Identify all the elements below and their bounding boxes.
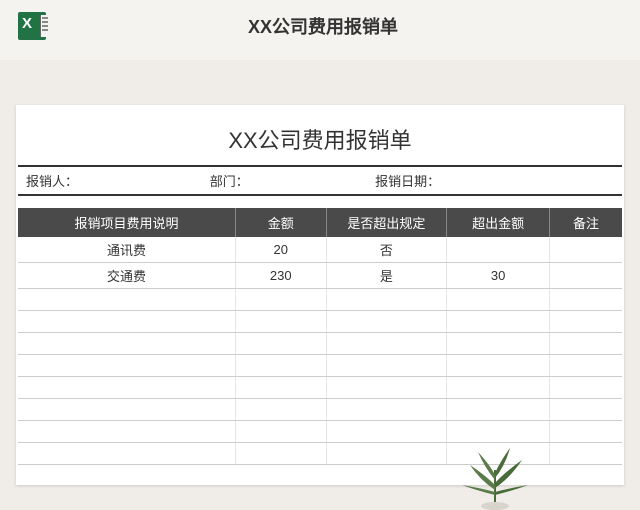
cell-over	[326, 421, 447, 443]
cell-over	[326, 443, 447, 465]
table-row	[18, 443, 622, 465]
cell-amount	[235, 311, 326, 333]
cell-over_amount	[447, 377, 550, 399]
cell-amount	[235, 421, 326, 443]
cell-desc: 通讯费	[18, 237, 235, 263]
cell-amount	[235, 443, 326, 465]
cell-over_amount	[447, 399, 550, 421]
sheet-title: XX公司费用报销单	[18, 123, 622, 165]
table-row	[18, 399, 622, 421]
cell-note	[550, 377, 623, 399]
cell-note	[550, 399, 623, 421]
table-row	[18, 421, 622, 443]
cell-over_amount	[447, 355, 550, 377]
table-row	[18, 377, 622, 399]
cell-amount	[235, 333, 326, 355]
cell-desc	[18, 421, 235, 443]
cell-desc	[18, 377, 235, 399]
cell-amount	[235, 355, 326, 377]
cell-over	[326, 333, 447, 355]
col-header-over: 是否超出规定	[326, 208, 447, 237]
cell-over	[326, 377, 447, 399]
cell-over	[326, 311, 447, 333]
col-header-desc: 报销项目费用说明	[18, 208, 235, 237]
table-header-row: 报销项目费用说明 金额 是否超出规定 超出金额 备注	[18, 208, 622, 237]
cell-over	[326, 399, 447, 421]
meta-person-label: 报销人：	[26, 171, 210, 190]
cell-note	[550, 421, 623, 443]
expense-table: 报销项目费用说明 金额 是否超出规定 超出金额 备注 通讯费20否交通费230是…	[18, 208, 622, 465]
cell-note	[550, 263, 623, 289]
meta-row: 报销人： 部门： 报销日期：	[18, 165, 622, 196]
cell-over_amount	[447, 311, 550, 333]
excel-icon	[18, 12, 46, 40]
table-row	[18, 311, 622, 333]
cell-amount	[235, 377, 326, 399]
cell-desc	[18, 399, 235, 421]
page-title: XX公司费用报销单	[64, 13, 582, 39]
table-row: 通讯费20否	[18, 237, 622, 263]
table-row	[18, 289, 622, 311]
cell-over_amount	[447, 289, 550, 311]
spreadsheet-preview: XX公司费用报销单 报销人： 部门： 报销日期： 报销项目费用说明 金额 是否超…	[16, 105, 624, 485]
col-header-over-amount: 超出金额	[447, 208, 550, 237]
cell-note	[550, 443, 623, 465]
meta-date-label: 报销日期：	[375, 171, 614, 190]
cell-amount: 20	[235, 237, 326, 263]
meta-dept-label: 部门：	[210, 171, 375, 190]
cell-over: 否	[326, 237, 447, 263]
cell-note	[550, 333, 623, 355]
cell-over_amount: 30	[447, 263, 550, 289]
cell-note	[550, 355, 623, 377]
cell-note	[550, 237, 623, 263]
cell-over_amount	[447, 333, 550, 355]
cell-desc	[18, 311, 235, 333]
cell-amount: 230	[235, 263, 326, 289]
cell-desc	[18, 355, 235, 377]
app-header: XX公司费用报销单	[0, 0, 640, 60]
cell-over_amount	[447, 237, 550, 263]
cell-desc	[18, 289, 235, 311]
cell-amount	[235, 399, 326, 421]
table-row	[18, 355, 622, 377]
cell-over	[326, 289, 447, 311]
cell-note	[550, 311, 623, 333]
cell-desc	[18, 333, 235, 355]
cell-note	[550, 289, 623, 311]
col-header-amount: 金额	[235, 208, 326, 237]
cell-over	[326, 355, 447, 377]
cell-over: 是	[326, 263, 447, 289]
col-header-note: 备注	[550, 208, 623, 237]
table-row: 交通费230是30	[18, 263, 622, 289]
cell-over_amount	[447, 443, 550, 465]
cell-desc	[18, 443, 235, 465]
table-row	[18, 333, 622, 355]
cell-over_amount	[447, 421, 550, 443]
cell-amount	[235, 289, 326, 311]
cell-desc: 交通费	[18, 263, 235, 289]
